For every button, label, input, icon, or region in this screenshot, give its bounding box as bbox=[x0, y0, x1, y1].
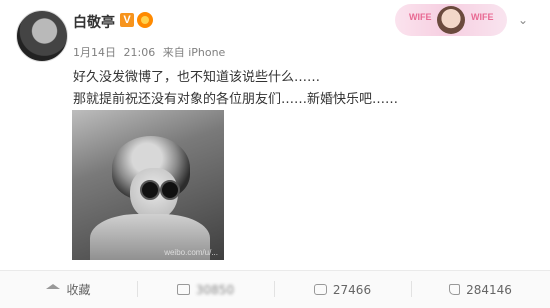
sunglasses-right bbox=[160, 180, 180, 200]
post-image[interactable]: weibo.com/u/... bbox=[72, 110, 224, 260]
post-source: 来自 iPhone bbox=[162, 46, 226, 59]
card-left-word: WIFE bbox=[409, 12, 432, 22]
post-text-line-1: 好久没发微博了，也不知道该说些什么…… bbox=[73, 70, 321, 85]
sunglasses-left bbox=[140, 180, 160, 200]
like-button[interactable]: 284146 bbox=[411, 271, 550, 308]
username[interactable]: 白敬亭 bbox=[73, 12, 115, 32]
avatar[interactable] bbox=[16, 10, 68, 62]
post-date[interactable]: 1月14日 bbox=[73, 46, 116, 59]
star-icon bbox=[46, 284, 61, 289]
comment-button[interactable]: 27466 bbox=[274, 271, 411, 308]
comment-count: 27466 bbox=[332, 282, 372, 297]
card-right-word: WIFE bbox=[471, 12, 494, 22]
comment-icon bbox=[313, 284, 327, 295]
repost-button[interactable]: 30850 bbox=[137, 271, 274, 308]
header-card-decoration: WIFE WIFE bbox=[395, 4, 507, 36]
action-bar: 收藏 30850 27466 284146 bbox=[0, 270, 550, 308]
repost-count: 30850 bbox=[195, 282, 235, 297]
like-count: 284146 bbox=[466, 282, 512, 297]
post-time[interactable]: 21:06 bbox=[124, 46, 156, 59]
member-icon bbox=[137, 12, 153, 28]
chevron-down-icon[interactable]: ⌄ bbox=[518, 14, 530, 26]
image-watermark: weibo.com/u/... bbox=[164, 248, 218, 257]
post-text-line-2: 那就提前祝还没有对象的各位朋友们……新婚快乐吧…… bbox=[73, 92, 399, 107]
vip-badge-icon: V bbox=[120, 13, 134, 27]
card-avatar bbox=[437, 6, 465, 34]
favorite-label: 收藏 bbox=[66, 283, 91, 297]
thumbs-up-icon bbox=[449, 284, 461, 295]
post-meta: 1月14日 21:06 来自 iPhone bbox=[73, 44, 229, 60]
share-icon bbox=[176, 284, 190, 295]
favorite-button[interactable]: 收藏 bbox=[0, 271, 137, 308]
